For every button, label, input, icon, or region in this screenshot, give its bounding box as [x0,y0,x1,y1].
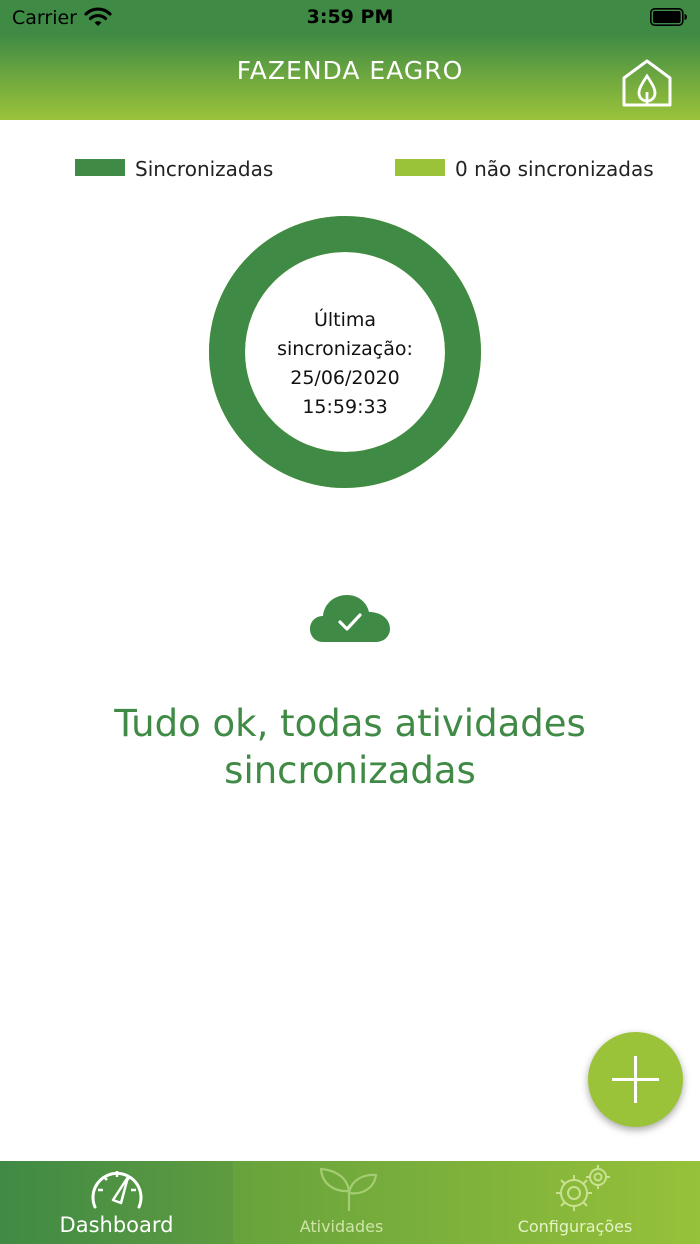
sync-status-message: Tudo ok, todas atividades sincronizadas [40,700,660,794]
plus-icon [612,1056,659,1103]
last-sync-line: Última [313,309,377,331]
legend-swatch-unsynced [395,159,445,176]
app-header: FAZENDA EAGRO [0,34,700,120]
legend-swatch-synced [75,159,125,176]
tab-configuracoes[interactable]: Configurações [450,1161,700,1244]
legend-label-synced: Sincronizadas [135,157,274,181]
last-sync-date: 25/06/2020 [290,367,400,389]
tab-atividades[interactable]: Atividades [233,1161,450,1244]
speedometer-icon [91,1171,143,1209]
tab-dashboard[interactable]: Dashboard [0,1161,233,1244]
sync-status-line: Tudo ok, todas atividades [114,702,586,745]
clock: 3:59 PM [306,6,394,28]
tab-label-configuracoes: Configurações [517,1217,633,1236]
tab-label-dashboard: Dashboard [59,1213,174,1237]
add-activity-button[interactable] [588,1032,683,1127]
tab-label-atividades: Atividades [299,1217,384,1236]
last-sync-info: Última sincronização: 25/06/2020 15:59:3… [245,306,445,422]
farm-home-button[interactable] [620,58,674,108]
sync-status-line: sincronizadas [224,749,476,792]
last-sync-line: sincronização: [277,338,413,360]
bottom-tab-bar: Dashboard Atividades Configurações [0,1161,700,1244]
last-sync-time: 15:59:33 [302,396,388,418]
legend-label-unsynced: 0 não sincronizadas [455,157,654,181]
sprout-icon [319,1167,378,1211]
status-bar: Carrier 3:59 PM [0,0,700,34]
cloud-check-icon [310,595,390,642]
farm-title: FAZENDA EAGRO [236,56,464,85]
gears-icon [556,1165,610,1211]
battery-icon [650,8,687,26]
